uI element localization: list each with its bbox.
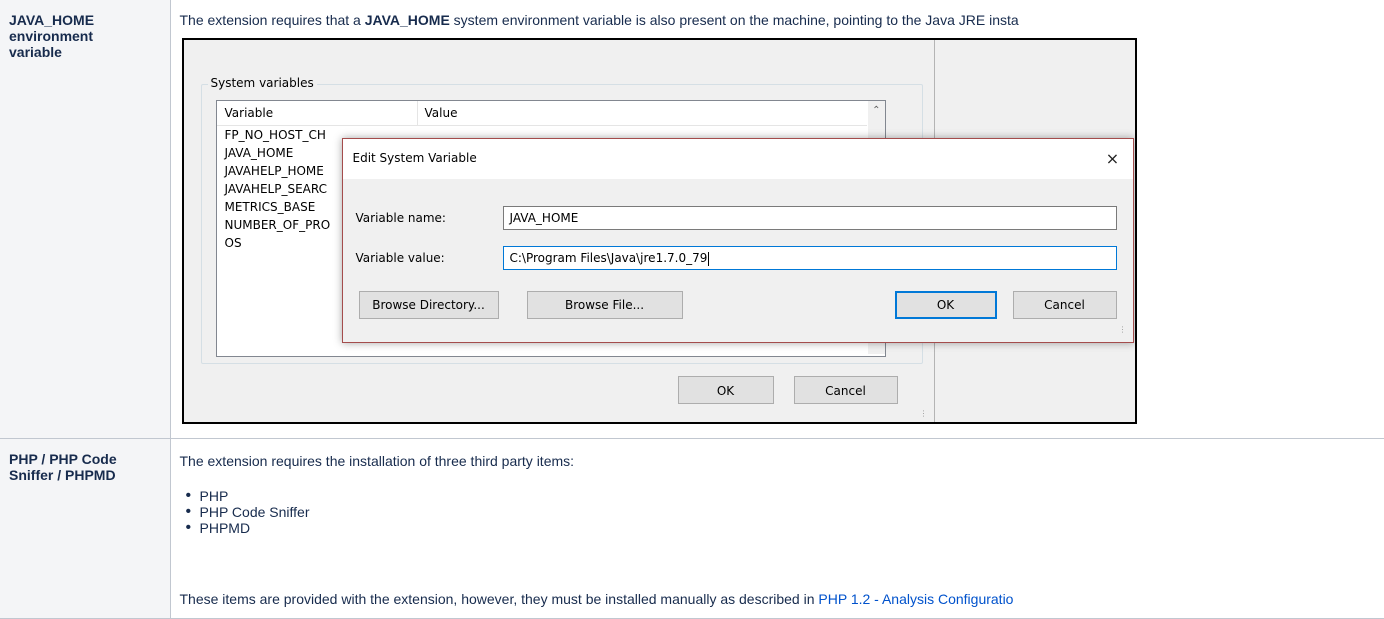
java-home-paragraph: The extension requires that a JAVA_HOME … [180,12,1019,28]
variable-name-field[interactable]: JAVA_HOME [502,206,1117,230]
analysis-configuration-link[interactable]: PHP 1.2 - Analysis Configuratio [818,591,1013,607]
ok-button[interactable]: OK [677,376,774,404]
list-item[interactable]: JAVAHELP_SEARC [225,181,327,197]
list-header: Variable Value [216,101,867,126]
dialog-ok-button[interactable]: OK [894,291,997,319]
list-item[interactable]: OS [225,235,242,251]
list-item[interactable]: FP_NO_HOST_CH [225,127,326,143]
list-item: PHP [186,488,310,504]
paragraph-text: The extension requires that a [179,12,365,28]
row-heading-text: PHP / PHP Code Sniffer / PHPMD [9,450,117,483]
text-caret [708,251,710,266]
env-variables-screenshot: System variables Variable Value ⌃ FP_NO_… [181,38,1137,424]
dialog-resize-grip-icon[interactable]: ⋮ [1119,326,1129,338]
column-header-variable[interactable]: Variable [225,106,274,120]
dialog-titlebar: Edit System Variable × [342,139,1133,179]
php-items-list: PHP PHP Code Sniffer PHPMD [180,488,310,536]
row-body: The extension requires the installation … [170,438,1384,619]
php-footer-text: These items are provided with the extens… [180,591,1014,607]
browse-directory-button[interactable]: Browse Directory... [358,291,499,319]
list-item: PHP Code Sniffer [186,504,310,520]
browse-file-button[interactable]: Browse File... [526,291,683,319]
paragraph-bold-text: JAVA_HOME [364,12,450,28]
variable-name-value: JAVA_HOME [509,211,579,225]
column-header-value[interactable]: Value [425,106,458,120]
requirements-table: JAVA_HOME environment variable The exten… [0,0,1384,619]
variable-value-value: C:\Program Files\Java\jre1.7.0_79 [509,251,708,265]
footer-text: These items are provided with the extens… [179,590,819,607]
list-item: PHPMD [186,520,310,536]
row-heading-text: JAVA_HOME environment variable [9,12,95,60]
list-item[interactable]: JAVAHELP_HOME [225,163,324,179]
list-item[interactable]: JAVA_HOME [225,145,294,161]
variable-name-label: Variable name: [355,211,446,225]
dialog-title: Edit System Variable [352,151,477,165]
system-variables-title: System variables [207,76,317,90]
list-item[interactable]: METRICS_BASE [225,199,316,215]
row-heading: JAVA_HOME environment variable [0,0,171,439]
dialog-cancel-button[interactable]: Cancel [1012,291,1117,319]
cancel-button[interactable]: Cancel [793,376,898,404]
resize-grip-icon[interactable]: ⋮ [920,410,930,422]
table-row: PHP / PHP Code Sniffer / PHPMD The exten… [0,438,1384,619]
variable-value-label: Variable value: [355,251,445,265]
column-divider [416,101,418,125]
variable-value-field[interactable]: C:\Program Files\Java\jre1.7.0_79 [502,246,1117,270]
scroll-up-icon[interactable]: ⌃ [872,105,880,116]
row-heading: PHP / PHP Code Sniffer / PHPMD [0,438,171,619]
close-icon[interactable]: × [1099,145,1127,173]
row-body: The extension requires that a JAVA_HOME … [170,0,1384,439]
paragraph-text-end: system environment variable is also pres… [449,12,1019,28]
list-item[interactable]: NUMBER_OF_PRO [225,217,331,233]
php-intro-text: The extension requires the installation … [179,452,575,469]
edit-system-variable-dialog: Edit System Variable × Variable name: JA… [341,138,1134,343]
table-row: JAVA_HOME environment variable The exten… [0,0,1384,439]
